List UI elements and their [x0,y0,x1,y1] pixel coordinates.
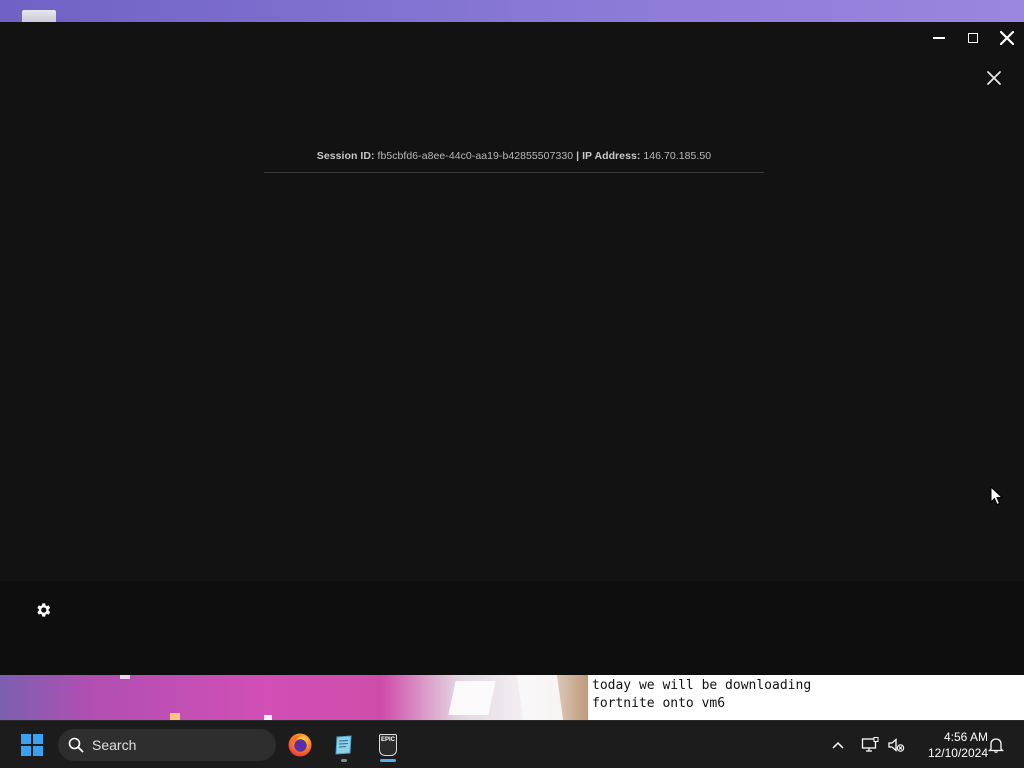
taskbar-search[interactable]: Search [58,729,276,761]
search-icon [68,737,84,753]
bell-icon [988,738,1004,753]
caption-line: fortnite onto vm6 [592,696,726,711]
maximize-icon [968,33,978,43]
desktop-icon[interactable] [22,10,56,22]
chevron-up-icon [832,741,844,749]
minimize-icon [933,37,945,39]
start-button[interactable] [12,727,52,763]
settings-button[interactable] [34,601,52,619]
taskbar-app-epic-games[interactable]: EPIC [370,727,406,763]
ip-address-value: 146.70.185.50 [643,150,712,162]
search-placeholder: Search [92,737,137,753]
tray-volume-button[interactable] [884,733,908,757]
tray-network-button[interactable] [858,733,882,757]
ip-address-label: IP Address: [582,150,641,162]
mouse-cursor [990,486,1004,506]
network-icon [861,737,879,752]
minimize-button[interactable] [922,22,956,54]
tray-overflow-button[interactable] [826,733,850,757]
caption-line: today we will be downloading [592,678,812,693]
taskbar: Search EPIC 4:56 AM 12/10/2024 [0,720,1024,768]
maximize-button[interactable] [956,22,990,54]
taskbar-app-notepad[interactable] [326,727,362,763]
volume-muted-icon [888,738,905,752]
epic-games-icon: EPIC [379,734,397,756]
close-icon [1000,31,1014,45]
close-window-button[interactable] [990,22,1024,54]
system-clock[interactable]: 4:56 AM 12/10/2024 [912,729,988,761]
session-separator: | [576,150,580,162]
session-id-value: fb5cbfd6-a8ee-44c0-aa19-b42855507330 [377,150,574,162]
video-preview [0,675,588,720]
notifications-button[interactable] [984,733,1008,757]
session-id-label: Session ID: [316,150,375,162]
clock-date: 12/10/2024 [927,746,988,760]
window-controls [922,22,1024,54]
caption-box: today we will be downloading fortnite on… [588,675,1024,720]
dialog-close-button[interactable] [982,66,1006,90]
clock-time: 4:56 AM [943,730,988,744]
desktop-background [0,0,1024,22]
windows-logo-icon [21,734,43,756]
taskbar-app-firefox[interactable] [282,727,318,763]
close-icon [987,71,1001,85]
taskbar-indicator-active [380,759,396,762]
session-info: Session ID: fb5cbfd6-a8ee-44c0-aa19-b428… [264,150,764,162]
gear-icon [37,603,51,617]
bottom-panel [0,581,1024,675]
firefox-icon [288,733,312,757]
taskbar-indicator [341,759,347,762]
notepad-icon [335,735,352,755]
session-divider [264,172,764,173]
remote-session-window: Session ID: fb5cbfd6-a8ee-44c0-aa19-b428… [0,22,1024,675]
